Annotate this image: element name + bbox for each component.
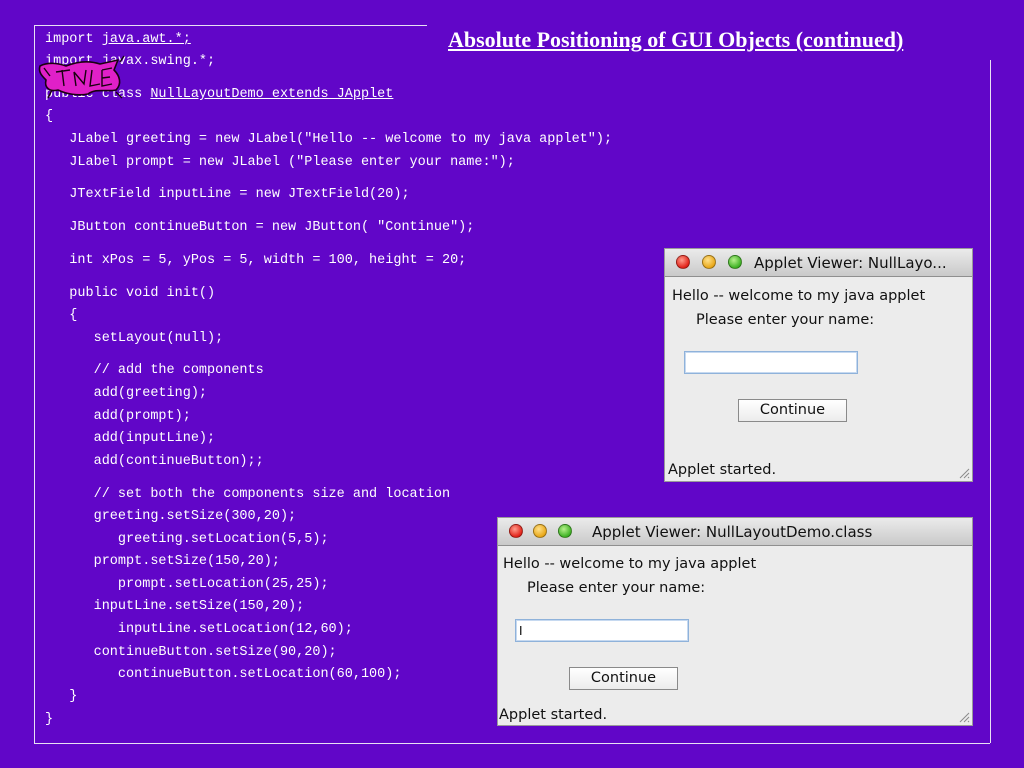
code-line: add(greeting); (45, 386, 208, 401)
slide: { "slide": { "title": "Absolute Position… (0, 0, 1024, 768)
prompt-label: Please enter your name: (696, 312, 875, 328)
frame-line-top (34, 25, 427, 26)
frame-line-left (34, 25, 35, 743)
code-line: prompt.setSize(150,20); (45, 554, 280, 569)
code-line: add(continueButton);; (45, 454, 264, 469)
applet-window-2: Applet Viewer: NullLayoutDemo.class Hell… (497, 517, 973, 726)
greeting-label: Hello -- welcome to my java applet (672, 288, 926, 304)
code-line: } (45, 712, 54, 727)
logo-icon (38, 55, 125, 99)
applet-window-1: Applet Viewer: NullLayo... Hello -- welc… (664, 248, 973, 482)
status-text: Applet started. (499, 707, 608, 723)
code-line: } (45, 689, 78, 704)
resize-grip-icon[interactable] (958, 711, 970, 723)
close-icon[interactable] (676, 255, 690, 269)
code-line: JButton continueButton = new JButton( "C… (45, 220, 475, 235)
code-line: continueButton.setSize(90,20); (45, 645, 337, 660)
code-line: prompt.setLocation(25,25); (45, 577, 329, 592)
continue-button[interactable]: Continue (569, 667, 678, 690)
prompt-label: Please enter your name: (527, 580, 706, 596)
close-icon[interactable] (509, 524, 523, 538)
window-titlebar[interactable]: Applet Viewer: NullLayoutDemo.class (498, 518, 972, 546)
code-line: JTextField inputLine = new JTextField(20… (45, 187, 410, 202)
resize-grip-icon[interactable] (958, 467, 970, 479)
window-titlebar[interactable]: Applet Viewer: NullLayo... (665, 249, 972, 277)
code-line: JLabel prompt = new JLabel ("Please ente… (45, 155, 515, 170)
name-input[interactable] (684, 351, 858, 374)
code-line: add(inputLine); (45, 431, 216, 446)
code-line: JLabel greeting = new JLabel("Hello -- w… (45, 132, 613, 147)
frame-line-right (990, 60, 991, 743)
minimize-icon[interactable] (702, 255, 716, 269)
code-line: // add the components (45, 363, 264, 378)
frame-line-bottom (34, 743, 990, 744)
continue-button[interactable]: Continue (738, 399, 847, 422)
code-line: greeting.setSize(300,20); (45, 509, 297, 524)
window-title: Applet Viewer: NullLayo... (754, 254, 947, 272)
code-line: setLayout(null); (45, 331, 224, 346)
status-text: Applet started. (668, 462, 777, 478)
code-line: continueButton.setLocation(60,100); (45, 667, 402, 682)
code-line: // set both the components size and loca… (45, 487, 451, 502)
code-line: inputLine.setSize(150,20); (45, 599, 305, 614)
slide-title: Absolute Positioning of GUI Objects (con… (448, 27, 904, 52)
minimize-icon[interactable] (533, 524, 547, 538)
greeting-label: Hello -- welcome to my java applet (503, 556, 757, 572)
zoom-icon[interactable] (558, 524, 572, 538)
code-line: add(prompt); (45, 409, 191, 424)
name-input[interactable] (515, 619, 689, 642)
code-line: import java.awt.*; (45, 32, 191, 47)
code-line: public void init() (45, 286, 216, 301)
code-line: greeting.setLocation(5,5); (45, 532, 329, 547)
zoom-icon[interactable] (728, 255, 742, 269)
code-line: { (45, 308, 78, 323)
code-line: int xPos = 5, yPos = 5, width = 100, hei… (45, 253, 467, 268)
code-line: inputLine.setLocation(12,60); (45, 622, 353, 637)
window-title: Applet Viewer: NullLayoutDemo.class (592, 523, 873, 541)
code-line: { (45, 109, 54, 124)
